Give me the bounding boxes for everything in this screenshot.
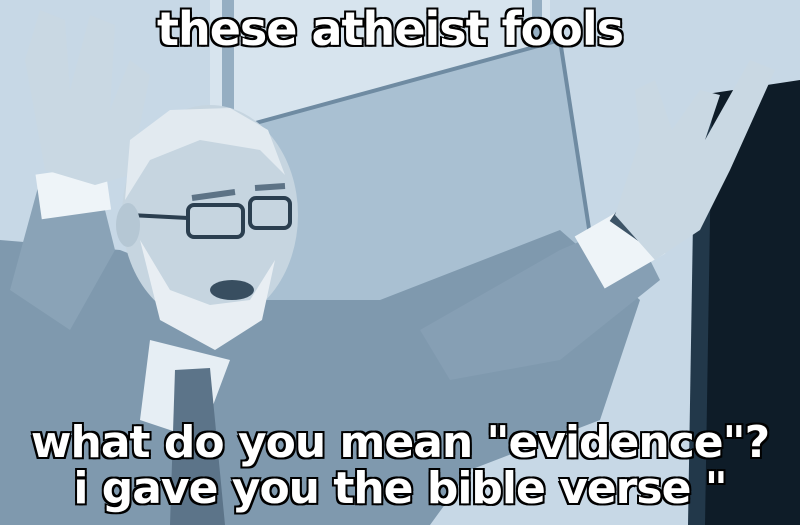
bottom-caption: what do you mean "evidence"? i gave you …: [0, 417, 800, 514]
ear: [116, 203, 140, 247]
bottom-caption-line-2: i gave you the bible verse ": [72, 463, 728, 514]
mouth: [210, 280, 254, 300]
bottom-caption-line-1: what do you mean "evidence"?: [30, 417, 771, 468]
top-caption: these atheist fools: [156, 2, 625, 56]
meme-image: these atheist fools what do you mean "ev…: [0, 0, 800, 525]
